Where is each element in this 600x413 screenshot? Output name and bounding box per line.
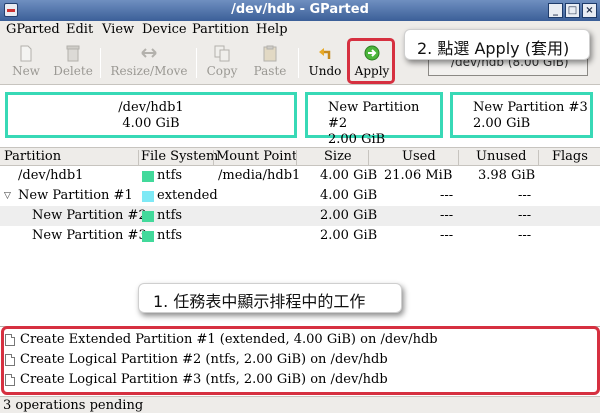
ntfs-color-swatch — [142, 171, 154, 182]
column-separator — [296, 150, 297, 165]
row-used: --- — [440, 208, 454, 223]
column-separator — [138, 150, 139, 165]
menu-gparted[interactable]: GParted — [6, 22, 60, 37]
toolbar-separator — [196, 48, 197, 78]
column-size[interactable]: Size — [324, 149, 352, 164]
toolbar-separator — [100, 48, 101, 78]
menu-view[interactable]: View — [102, 22, 134, 37]
graphic-partition-3[interactable]: New Partition #3 2.00 GiB — [450, 92, 593, 138]
column-separator — [368, 150, 369, 165]
row-filesystem: extended — [157, 188, 218, 203]
resize-move-icon — [141, 48, 157, 58]
window-controls: _ □ × — [548, 3, 597, 18]
status-text: 3 operations pending — [3, 398, 144, 413]
copy-button[interactable]: Copy — [204, 42, 240, 82]
table-row[interactable]: ▽ New Partition #1 extended 4.00 GiB ---… — [0, 186, 600, 206]
graphic-partition-name: New Partition #2 — [328, 100, 420, 131]
row-size: 4.00 GiB — [320, 188, 378, 203]
minimize-button[interactable]: _ — [548, 3, 563, 18]
row-filesystem: ntfs — [157, 228, 183, 243]
column-partition[interactable]: Partition — [4, 149, 61, 164]
maximize-button[interactable]: □ — [565, 3, 580, 18]
row-partition: /dev/hdb1 — [18, 168, 84, 183]
row-partition: New Partition #2 — [32, 208, 147, 223]
undo-arrow-icon — [319, 48, 331, 59]
column-file-system[interactable]: File System — [141, 149, 218, 164]
row-unused: --- — [518, 208, 532, 223]
apply-hint-callout: 2. 點選 Apply (套用) — [404, 29, 590, 60]
column-separator — [213, 150, 214, 165]
new-label: New — [12, 64, 40, 78]
close-button[interactable]: × — [582, 3, 597, 18]
paste-icon — [263, 45, 277, 62]
pending-hint-callout: 1. 任務表中顯示排程中的工作 — [138, 283, 402, 313]
undo-label: Undo — [308, 64, 342, 78]
row-used: --- — [440, 188, 454, 203]
graphic-partition-hdb1[interactable]: /dev/hdb1 4.00 GiB — [5, 92, 297, 138]
resize-move-button[interactable]: Resize/Move — [106, 42, 192, 82]
apply-highlight-frame — [347, 38, 395, 84]
row-size: 2.00 GiB — [320, 208, 378, 223]
graphic-partition-size: 2.00 GiB — [328, 132, 386, 147]
toolbar-separator — [298, 48, 299, 78]
ntfs-color-swatch — [142, 211, 154, 222]
menu-device[interactable]: Device — [142, 22, 187, 37]
title-bar: /dev/hdb - GParted _ □ × — [0, 0, 600, 21]
ntfs-color-swatch — [142, 231, 154, 242]
graphic-partition-name: /dev/hdb1 — [118, 100, 184, 115]
column-separator — [538, 150, 539, 165]
pending-hint-text: 1. 任務表中顯示排程中的工作 — [153, 292, 366, 311]
row-unused: 3.98 GiB — [478, 168, 536, 183]
row-size: 2.00 GiB — [320, 228, 378, 243]
graphic-partition-size: 2.00 GiB — [473, 116, 531, 131]
status-bar: 3 operations pending — [0, 396, 600, 413]
row-partition: New Partition #3 — [32, 228, 147, 243]
row-size: 4.00 GiB — [320, 168, 378, 183]
menu-help[interactable]: Help — [256, 22, 288, 37]
undo-button[interactable]: Undo — [306, 42, 344, 82]
delete-icon — [66, 45, 80, 62]
expander-triangle-icon[interactable]: ▽ — [4, 191, 11, 201]
graphic-partition-name: New Partition #3 — [473, 100, 588, 115]
new-button[interactable]: New — [8, 42, 44, 82]
paste-button[interactable]: Paste — [250, 42, 290, 82]
resize-move-label: Resize/Move — [110, 64, 188, 78]
row-unused: --- — [518, 188, 532, 203]
table-row[interactable]: /dev/hdb1 ntfs /media/hdb1 4.00 GiB 21.0… — [0, 166, 600, 186]
row-filesystem: ntfs — [157, 168, 183, 183]
row-unused: --- — [518, 228, 532, 243]
extended-color-swatch — [142, 191, 154, 202]
apply-hint-text: 2. 點選 Apply (套用) — [417, 39, 570, 58]
new-icon — [20, 45, 32, 62]
delete-label: Delete — [53, 64, 93, 78]
column-unused[interactable]: Unused — [476, 149, 526, 164]
column-flags[interactable]: Flags — [552, 149, 588, 164]
copy-label: Copy — [206, 64, 238, 78]
table-row[interactable]: New Partition #2 ntfs 2.00 GiB --- --- — [0, 206, 600, 226]
operations-highlight-frame — [1, 326, 600, 395]
delete-button[interactable]: Delete — [52, 42, 94, 82]
column-used[interactable]: Used — [402, 149, 436, 164]
row-used: --- — [440, 228, 454, 243]
copy-icon — [214, 45, 230, 62]
menu-edit[interactable]: Edit — [66, 22, 93, 37]
window-title: /dev/hdb - GParted — [231, 2, 369, 17]
column-separator — [458, 150, 459, 165]
paste-label: Paste — [253, 64, 287, 78]
row-partition: New Partition #1 — [18, 188, 133, 203]
column-mount-point[interactable]: Mount Point — [216, 149, 297, 164]
partition-table-header: Partition File System Mount Point Size U… — [0, 147, 600, 166]
row-mount-point: /media/hdb1 — [218, 168, 301, 183]
graphic-partition-size: 4.00 GiB — [122, 116, 180, 131]
row-filesystem: ntfs — [157, 208, 183, 223]
graphic-partition-2[interactable]: New Partition #2 2.00 GiB — [305, 92, 443, 147]
row-used: 21.06 MiB — [384, 168, 453, 183]
table-row[interactable]: New Partition #3 ntfs 2.00 GiB --- --- — [0, 226, 600, 246]
menu-partition[interactable]: Partition — [192, 22, 249, 37]
